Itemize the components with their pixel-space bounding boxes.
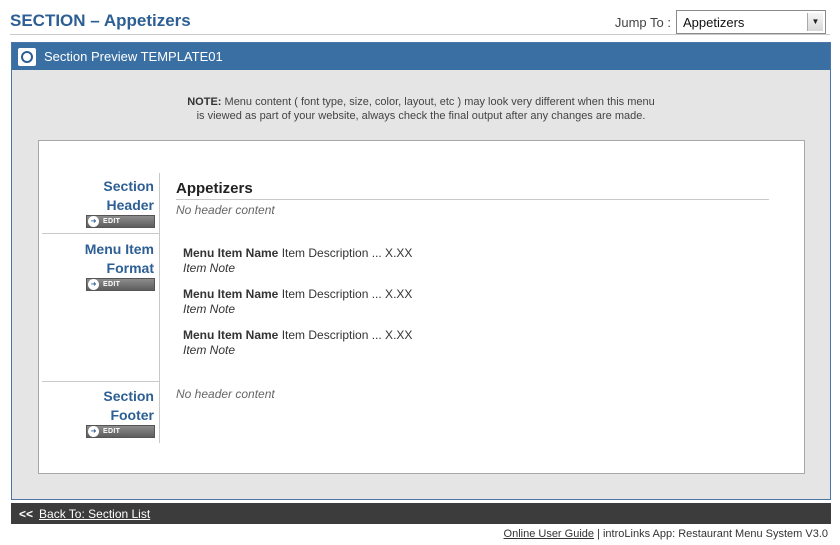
app-logo-icon	[18, 47, 36, 66]
header-content: No header content	[176, 203, 275, 217]
section-footer-label: Section Footer	[103, 388, 154, 423]
panel-header: Section Preview TEMPLATE01	[12, 43, 830, 70]
preview-section-name: Appetizers	[176, 180, 253, 197]
edit-section-footer-button[interactable]: ➜ EDIT	[86, 425, 155, 438]
menu-preview: Section Header ➜ EDIT Menu Item Format ➜…	[38, 140, 805, 474]
footer-divider	[159, 381, 160, 443]
footer-content: No header content	[176, 387, 275, 401]
menu-item-format-label: Menu Item Format	[84, 241, 154, 276]
title-divider	[10, 34, 830, 35]
back-chevrons: <<	[19, 506, 34, 521]
note-line-1: Menu content ( font type, size, color, l…	[221, 96, 655, 108]
app-version-text: | introLinks App: Restaurant Menu System…	[594, 528, 828, 540]
list-item: Menu Item Name Item Description ... X.XX…	[183, 287, 413, 316]
edit-menu-item-format-button[interactable]: ➜ EDIT	[86, 278, 155, 291]
dropdown-arrow-icon[interactable]: ▼	[807, 13, 823, 31]
arrow-right-icon: ➜	[88, 279, 99, 290]
items-divider	[159, 233, 160, 381]
note-label: NOTE:	[187, 96, 222, 108]
jump-to-label: Jump To :	[614, 14, 671, 30]
arrow-right-icon: ➜	[88, 216, 99, 227]
header-divider	[159, 173, 160, 233]
section-preview-panel: Section Preview TEMPLATE01 NOTE: Menu co…	[11, 42, 831, 500]
section-header-label: Section Header	[103, 178, 154, 213]
page-footer: Online User Guide | introLinks App: Rest…	[504, 528, 828, 540]
panel-title: Section Preview TEMPLATE01	[44, 49, 223, 64]
page-title: SECTION – Appetizers	[10, 11, 191, 30]
list-item: Menu Item Name Item Description ... X.XX…	[183, 328, 413, 357]
section-name-rule	[176, 199, 769, 200]
edit-section-header-button[interactable]: ➜ EDIT	[86, 215, 155, 228]
bottom-nav-bar: << Back To: Section List	[11, 503, 831, 524]
items-footer-separator	[42, 381, 160, 382]
note-line-2: is viewed as part of your website, alway…	[196, 110, 646, 122]
header-items-separator	[42, 233, 160, 234]
online-user-guide-link[interactable]: Online User Guide	[504, 528, 595, 540]
jump-to-value: Appetizers	[683, 15, 745, 30]
jump-to: Jump To : Appetizers ▼	[615, 10, 826, 34]
arrow-right-icon: ➜	[88, 426, 99, 437]
back-to-section-list-link[interactable]: Back To: Section List	[39, 507, 150, 521]
list-item: Menu Item Name Item Description ... X.XX…	[183, 246, 413, 275]
jump-to-select[interactable]: Appetizers ▼	[676, 10, 826, 34]
preview-note: NOTE: Menu content ( font type, size, co…	[12, 95, 830, 123]
